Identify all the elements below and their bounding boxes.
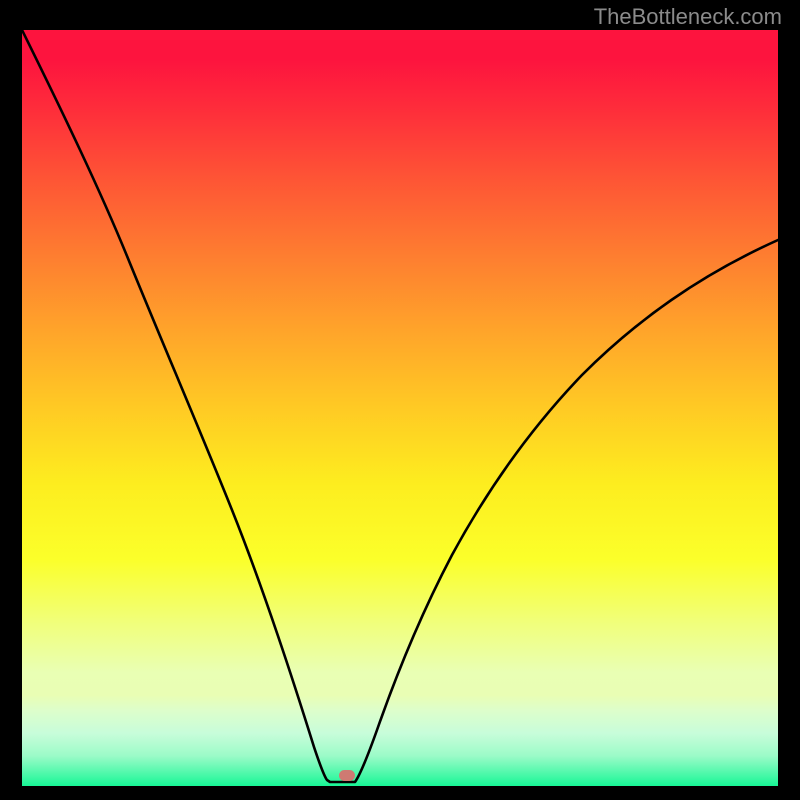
chart-curve <box>22 30 778 786</box>
marker-dot <box>339 770 355 781</box>
chart-frame <box>22 30 778 786</box>
watermark-text: TheBottleneck.com <box>594 4 782 30</box>
bottleneck-curve-path <box>22 30 778 782</box>
